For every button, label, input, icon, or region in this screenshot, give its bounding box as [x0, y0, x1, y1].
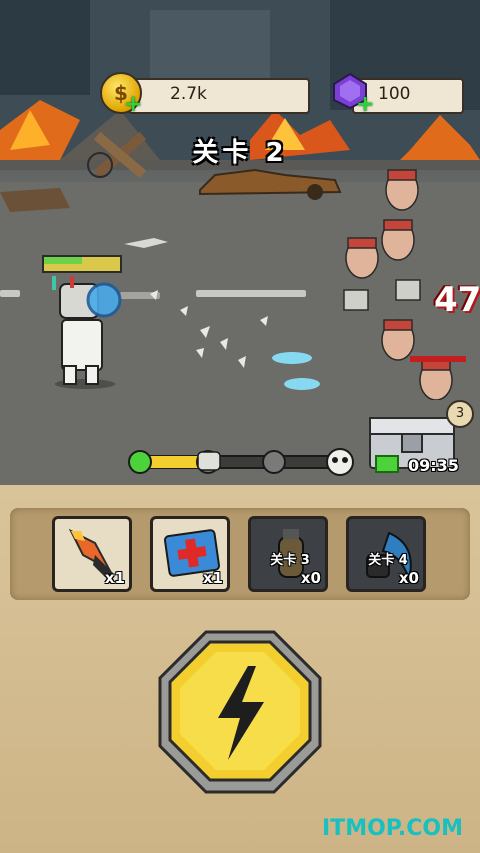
skill-slot-blade-locked[interactable]: 关卡 4 x0 — [346, 516, 426, 592]
skill-count: x0 — [300, 569, 321, 587]
lightning-action-button[interactable] — [156, 628, 324, 796]
skill-slot-rocket[interactable]: x1 — [52, 516, 132, 592]
projectile-effects — [150, 290, 320, 390]
player-health-fill — [44, 257, 82, 264]
wave-node — [262, 450, 286, 474]
coin-amount: 2.7k — [170, 84, 207, 104]
player-health-bar — [42, 255, 122, 273]
skill-slot-medkit[interactable]: x1 — [150, 516, 230, 592]
battle-scene: 47 3 09:35 — [0, 0, 480, 485]
zombie-horde — [343, 169, 466, 400]
wave-progress-bar — [128, 448, 354, 476]
robot-marker-icon — [190, 450, 220, 474]
skull-icon — [326, 448, 356, 476]
gem-amount: 100 — [378, 84, 411, 104]
unlock-stage-label: 关卡 3 — [270, 553, 310, 568]
skill-count: x0 — [398, 569, 419, 587]
skill-count: x1 — [104, 569, 125, 587]
unlock-stage-label: 关卡 4 — [368, 553, 408, 568]
player-robot-character — [52, 276, 122, 389]
skill-count: x1 — [202, 569, 223, 587]
watermark: ITMOP.COM — [322, 816, 463, 841]
debris — [0, 188, 70, 212]
add-coins-button[interactable]: + — [124, 94, 142, 116]
add-gems-button[interactable]: + — [356, 94, 374, 116]
chest-timer: 09:35 — [408, 456, 459, 475]
stage-title: 关卡 2 — [192, 138, 288, 168]
skill-slot-grenade-locked[interactable]: 关卡 3 x0 — [248, 516, 328, 592]
chest-count-badge: 3 — [446, 400, 474, 428]
coin-counter: 2.7k — [128, 78, 310, 114]
dropped-weapon — [124, 238, 168, 248]
damage-number: 47 — [434, 280, 480, 320]
lane-marking — [0, 290, 20, 297]
wave-node-start — [128, 450, 152, 474]
